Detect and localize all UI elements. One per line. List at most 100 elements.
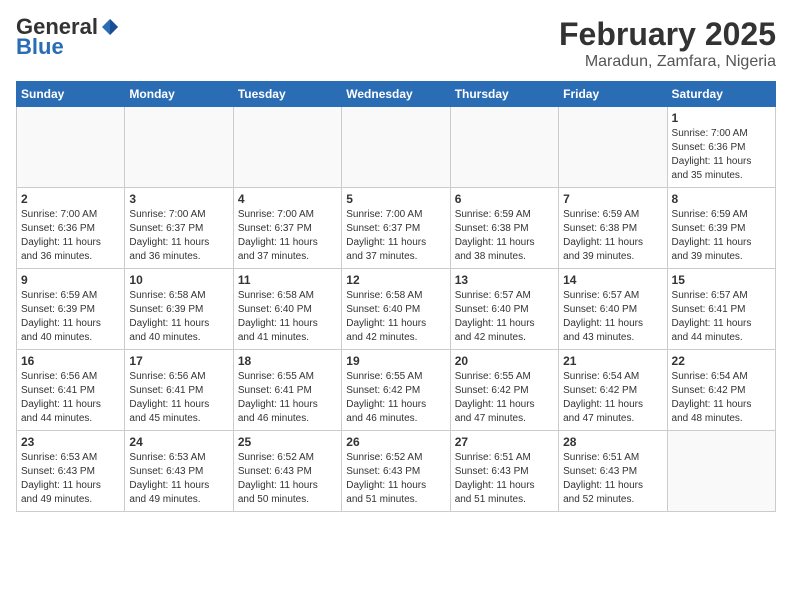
day-number: 12	[346, 273, 445, 287]
table-row: 19Sunrise: 6:55 AM Sunset: 6:42 PM Dayli…	[342, 350, 450, 431]
day-info: Sunrise: 6:59 AM Sunset: 6:39 PM Dayligh…	[672, 208, 771, 264]
table-row	[233, 107, 341, 188]
day-number: 26	[346, 435, 445, 449]
table-row: 24 Sunrise: 6:53 AM Sunset: 6:43 PM Dayli…	[125, 431, 233, 512]
calendar-week-row: 9 Sunrise: 6:59 AM Sunset: 6:39 PM Daylig…	[17, 269, 776, 350]
table-row: 1 Sunrise: 7:00 AM Sunset: 6:36 PM Daylig…	[667, 107, 775, 188]
logo: General Blue	[16, 16, 120, 58]
day-info: Sunrise: 6:54 AM Sunset: 6:42 PM Dayligh…	[672, 370, 771, 426]
table-row: 4Sunrise: 7:00 AM Sunset: 6:37 PM Daylig…	[233, 188, 341, 269]
table-row: 8 Sunrise: 6:59 AM Sunset: 6:39 PM Daylig…	[667, 188, 775, 269]
day-info: Sunrise: 6:57 AM Sunset: 6:40 PM Dayligh…	[455, 289, 554, 345]
table-row	[125, 107, 233, 188]
day-number: 6	[455, 192, 554, 206]
day-number: 20	[455, 354, 554, 368]
day-number: 28	[563, 435, 662, 449]
day-info: Sunrise: 6:52 AM Sunset: 6:43 PM Dayligh…	[238, 451, 337, 507]
day-info: Sunrise: 6:55 AM Sunset: 6:42 PM Dayligh…	[455, 370, 554, 426]
day-info: Sunrise: 6:58 AM Sunset: 6:40 PM Dayligh…	[346, 289, 445, 345]
day-number: 9	[21, 273, 120, 287]
table-row: 21 Sunrise: 6:54 AM Sunset: 6:42 PM Dayli…	[559, 350, 667, 431]
day-info: Sunrise: 6:57 AM Sunset: 6:41 PM Dayligh…	[672, 289, 771, 345]
calendar-header-monday: Monday	[125, 82, 233, 107]
table-row: 9 Sunrise: 6:59 AM Sunset: 6:39 PM Daylig…	[17, 269, 125, 350]
table-row: 25Sunrise: 6:52 AM Sunset: 6:43 PM Dayli…	[233, 431, 341, 512]
day-info: Sunrise: 6:59 AM Sunset: 6:39 PM Dayligh…	[21, 289, 120, 345]
day-info: Sunrise: 6:53 AM Sunset: 6:43 PM Dayligh…	[21, 451, 120, 507]
table-row: 17Sunrise: 6:56 AM Sunset: 6:41 PM Dayli…	[125, 350, 233, 431]
table-row: 14 Sunrise: 6:57 AM Sunset: 6:40 PM Dayli…	[559, 269, 667, 350]
logo-blue-text: Blue	[16, 36, 64, 58]
day-info: Sunrise: 6:59 AM Sunset: 6:38 PM Dayligh…	[455, 208, 554, 264]
calendar-week-row: 1 Sunrise: 7:00 AM Sunset: 6:36 PM Daylig…	[17, 107, 776, 188]
day-info: Sunrise: 6:58 AM Sunset: 6:39 PM Dayligh…	[129, 289, 228, 345]
day-info: Sunrise: 6:57 AM Sunset: 6:40 PM Dayligh…	[563, 289, 662, 345]
day-number: 27	[455, 435, 554, 449]
day-info: Sunrise: 7:00 AM Sunset: 6:36 PM Dayligh…	[672, 127, 771, 183]
table-row: 18 Sunrise: 6:55 AM Sunset: 6:41 PM Dayli…	[233, 350, 341, 431]
day-info: Sunrise: 7:00 AM Sunset: 6:36 PM Dayligh…	[21, 208, 120, 264]
day-number: 10	[129, 273, 228, 287]
table-row	[450, 107, 558, 188]
day-info: Sunrise: 7:00 AM Sunset: 6:37 PM Dayligh…	[129, 208, 228, 264]
day-info: Sunrise: 6:53 AM Sunset: 6:43 PM Dayligh…	[129, 451, 228, 507]
day-number: 3	[129, 192, 228, 206]
table-row: 23 Sunrise: 6:53 AM Sunset: 6:43 PM Dayli…	[17, 431, 125, 512]
day-number: 1	[672, 111, 771, 125]
table-row: 15 Sunrise: 6:57 AM Sunset: 6:41 PM Dayli…	[667, 269, 775, 350]
day-number: 14	[563, 273, 662, 287]
table-row	[559, 107, 667, 188]
title-block: February 2025 Maradun, Zamfara, Nigeria	[559, 16, 776, 71]
day-number: 11	[238, 273, 337, 287]
day-info: Sunrise: 6:54 AM Sunset: 6:42 PM Dayligh…	[563, 370, 662, 426]
day-info: Sunrise: 6:55 AM Sunset: 6:41 PM Dayligh…	[238, 370, 337, 426]
calendar-header-saturday: Saturday	[667, 82, 775, 107]
table-row: 13Sunrise: 6:57 AM Sunset: 6:40 PM Dayli…	[450, 269, 558, 350]
day-number: 7	[563, 192, 662, 206]
day-info: Sunrise: 6:51 AM Sunset: 6:43 PM Dayligh…	[563, 451, 662, 507]
day-number: 8	[672, 192, 771, 206]
day-number: 19	[346, 354, 445, 368]
table-row: 3 Sunrise: 7:00 AM Sunset: 6:37 PM Daylig…	[125, 188, 233, 269]
table-row: 16Sunrise: 6:56 AM Sunset: 6:41 PM Dayli…	[17, 350, 125, 431]
day-number: 18	[238, 354, 337, 368]
day-number: 5	[346, 192, 445, 206]
month-title: February 2025	[559, 16, 776, 53]
calendar-header-row: SundayMondayTuesdayWednesdayThursdayFrid…	[17, 82, 776, 107]
day-number: 15	[672, 273, 771, 287]
page-header: General Blue February 2025 Maradun, Zamf…	[16, 16, 776, 71]
calendar-week-row: 16Sunrise: 6:56 AM Sunset: 6:41 PM Dayli…	[17, 350, 776, 431]
table-row: 10 Sunrise: 6:58 AM Sunset: 6:39 PM Dayli…	[125, 269, 233, 350]
table-row: 2 Sunrise: 7:00 AM Sunset: 6:36 PM Daylig…	[17, 188, 125, 269]
table-row: 28 Sunrise: 6:51 AM Sunset: 6:43 PM Dayli…	[559, 431, 667, 512]
table-row: 27Sunrise: 6:51 AM Sunset: 6:43 PM Dayli…	[450, 431, 558, 512]
calendar-header-tuesday: Tuesday	[233, 82, 341, 107]
table-row: 22 Sunrise: 6:54 AM Sunset: 6:42 PM Dayli…	[667, 350, 775, 431]
day-number: 21	[563, 354, 662, 368]
table-row: 7Sunrise: 6:59 AM Sunset: 6:38 PM Daylig…	[559, 188, 667, 269]
day-info: Sunrise: 6:58 AM Sunset: 6:40 PM Dayligh…	[238, 289, 337, 345]
table-row: 11 Sunrise: 6:58 AM Sunset: 6:40 PM Dayli…	[233, 269, 341, 350]
day-number: 23	[21, 435, 120, 449]
calendar-header-sunday: Sunday	[17, 82, 125, 107]
day-number: 16	[21, 354, 120, 368]
calendar-header-friday: Friday	[559, 82, 667, 107]
day-number: 22	[672, 354, 771, 368]
logo-icon	[100, 17, 120, 37]
table-row: 26Sunrise: 6:52 AM Sunset: 6:43 PM Dayli…	[342, 431, 450, 512]
day-info: Sunrise: 7:00 AM Sunset: 6:37 PM Dayligh…	[238, 208, 337, 264]
table-row	[667, 431, 775, 512]
table-row	[342, 107, 450, 188]
calendar-header-wednesday: Wednesday	[342, 82, 450, 107]
location-subtitle: Maradun, Zamfara, Nigeria	[559, 53, 776, 71]
calendar-table: SundayMondayTuesdayWednesdayThursdayFrid…	[16, 81, 776, 512]
day-info: Sunrise: 7:00 AM Sunset: 6:37 PM Dayligh…	[346, 208, 445, 264]
table-row: 6 Sunrise: 6:59 AM Sunset: 6:38 PM Daylig…	[450, 188, 558, 269]
table-row	[17, 107, 125, 188]
table-row: 12 Sunrise: 6:58 AM Sunset: 6:40 PM Dayli…	[342, 269, 450, 350]
day-number: 2	[21, 192, 120, 206]
day-number: 17	[129, 354, 228, 368]
calendar-header-thursday: Thursday	[450, 82, 558, 107]
table-row: 20 Sunrise: 6:55 AM Sunset: 6:42 PM Dayli…	[450, 350, 558, 431]
day-number: 24	[129, 435, 228, 449]
